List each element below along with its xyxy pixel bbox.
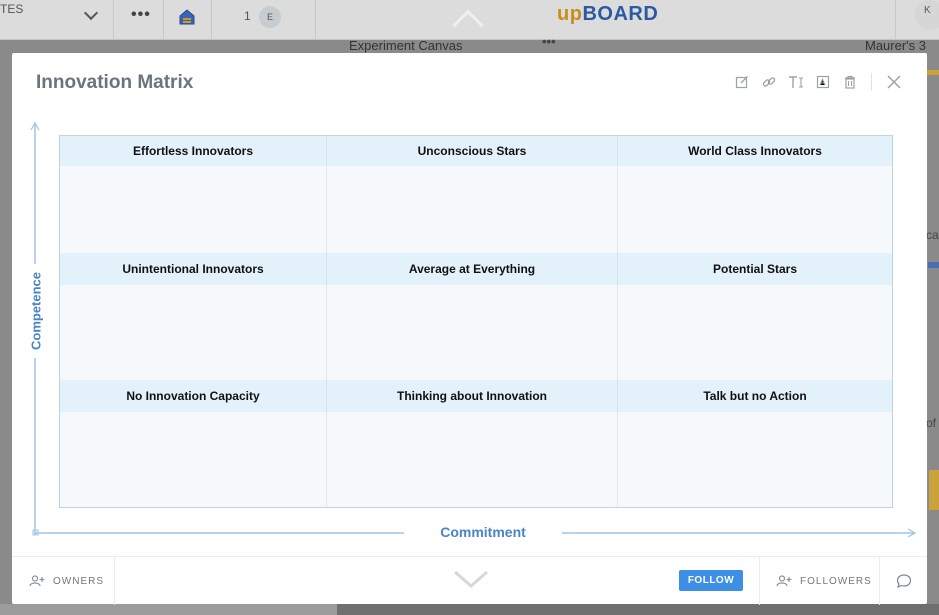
matrix-cell-body[interactable] <box>60 412 327 507</box>
x-axis-label: Commitment <box>404 524 562 540</box>
modal-toolbar <box>728 73 907 91</box>
matrix-cell-header: World Class Innovators <box>618 136 892 166</box>
bottom-bar-left <box>0 604 337 615</box>
panel-edge-text: ca <box>926 228 939 242</box>
matrix-cell-body[interactable] <box>618 166 892 253</box>
close-icon[interactable] <box>880 73 907 91</box>
add-user-icon <box>29 575 45 587</box>
edit-icon[interactable] <box>728 73 755 91</box>
add-user-icon <box>776 575 792 587</box>
sticky-note <box>929 470 939 510</box>
pdf-icon[interactable] <box>809 73 836 91</box>
more-options-icon[interactable]: ••• <box>131 6 151 24</box>
trash-icon[interactable] <box>836 73 863 91</box>
innovation-matrix-modal: Innovation Matrix Competence Commitment <box>12 53 927 605</box>
matrix-cell-header: No Innovation Capacity <box>60 380 327 412</box>
owners-button[interactable]: OWNERS <box>12 557 115 605</box>
matrix-cell-body[interactable] <box>60 285 327 380</box>
panel-strip <box>928 262 939 268</box>
chevron-down-icon[interactable] <box>453 567 489 591</box>
matrix-cell-body[interactable] <box>327 166 618 253</box>
matrix-cell-body[interactable] <box>618 285 892 380</box>
matrix-cell-header: Effortless Innovators <box>60 136 327 166</box>
matrix-cell-header: Average at Everything <box>327 253 618 285</box>
user-avatar[interactable]: K <box>915 0 939 30</box>
matrix-cell-header: Thinking about Innovation <box>327 380 618 412</box>
matrix-cell-header: Unintentional Innovators <box>60 253 327 285</box>
sticky-note <box>926 70 939 75</box>
followers-label: FOLLOWERS <box>800 575 872 587</box>
text-icon[interactable] <box>782 73 809 91</box>
matrix-cell-header: Potential Stars <box>618 253 892 285</box>
y-axis-label: Competence <box>28 263 44 359</box>
panel-title: Experiment Canvas <box>349 38 463 53</box>
upboard-logo: upBOARD <box>557 3 659 25</box>
owners-label: OWNERS <box>53 575 104 587</box>
follow-button[interactable]: FOLLOW <box>679 570 743 591</box>
home-icon[interactable] <box>178 8 196 26</box>
member-count: 1 <box>244 9 251 23</box>
matrix-cell-body[interactable] <box>618 412 892 507</box>
panel-title: Maurer's 3 <box>865 38 927 53</box>
modal-title: Innovation Matrix <box>36 72 194 93</box>
toolbar-divider <box>871 73 872 91</box>
matrix-cell-body[interactable] <box>60 166 327 253</box>
innovation-matrix-grid: Effortless Innovators Unconscious Stars … <box>59 135 893 508</box>
comment-icon[interactable] <box>896 573 912 589</box>
panel-edge-text: of <box>926 416 937 430</box>
followers-button[interactable]: FOLLOWERS <box>759 557 880 605</box>
link-icon[interactable] <box>755 73 782 91</box>
matrix-cell-body[interactable] <box>327 412 618 507</box>
matrix-cell-header: Unconscious Stars <box>327 136 618 166</box>
matrix-cell-header: Talk but no Action <box>618 380 892 412</box>
avatar[interactable]: E <box>259 6 281 28</box>
topbar-section <box>0 0 114 40</box>
modal-footer: OWNERS FOLLOW FOLLOWERS <box>12 556 927 605</box>
matrix-cell-body[interactable] <box>327 285 618 380</box>
panel-more-icon[interactable]: ••• <box>542 34 556 49</box>
